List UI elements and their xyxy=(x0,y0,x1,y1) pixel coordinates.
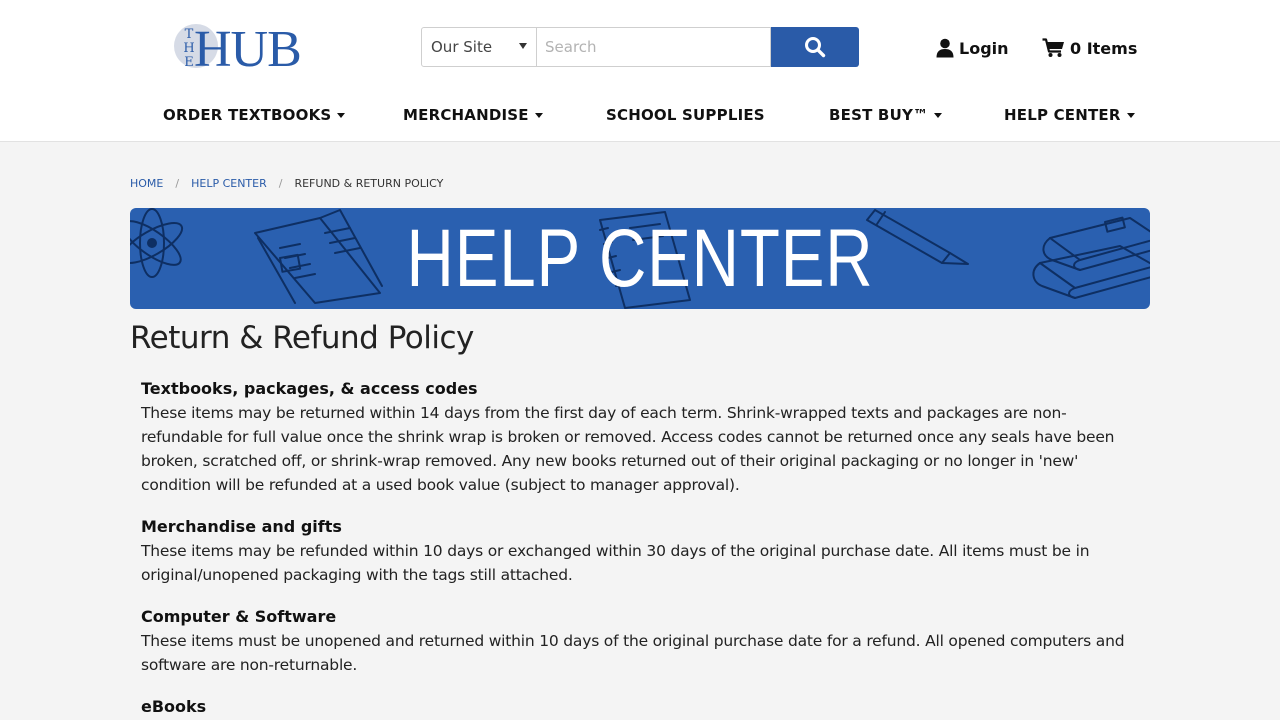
breadcrumb-home[interactable]: HOME xyxy=(130,177,163,190)
section-body: These items may be refunded within 10 da… xyxy=(141,542,1090,584)
nav-order-textbooks[interactable]: ORDER TEXTBOOKS xyxy=(163,100,346,130)
site-header: THE HUB Our Site Login 0 Items ORDER TEX… xyxy=(0,0,1280,142)
section-heading: Merchandise and gifts xyxy=(141,517,342,536)
section-body: These items may be returned within 14 da… xyxy=(141,404,1115,494)
breadcrumb: HOME / HELP CENTER / REFUND & RETURN POL… xyxy=(130,175,443,191)
login-label: Login xyxy=(959,38,1009,58)
search-button[interactable] xyxy=(771,27,859,67)
breadcrumb-separator: / xyxy=(278,176,283,190)
banner-title: HELP CENTER xyxy=(406,213,874,304)
chevron-down-icon xyxy=(337,112,346,118)
site-logo[interactable]: THE HUB xyxy=(172,22,332,78)
help-center-banner: HELP CENTER xyxy=(130,208,1150,309)
nav-merchandise[interactable]: MERCHANDISE xyxy=(403,100,543,130)
nav-label: BEST BUY™ xyxy=(829,106,929,124)
search-input[interactable] xyxy=(537,27,771,67)
breadcrumb-separator: / xyxy=(175,176,180,190)
search-scope-select[interactable]: Our Site xyxy=(421,27,537,67)
cart-icon xyxy=(1042,38,1064,57)
policy-section-merchandise: Merchandise and gifts These items may be… xyxy=(141,515,1141,587)
chevron-down-icon xyxy=(519,43,527,49)
nav-label: MERCHANDISE xyxy=(403,106,529,124)
policy-section-textbooks: Textbooks, packages, & access codes Thes… xyxy=(141,377,1141,497)
chevron-down-icon xyxy=(534,112,543,118)
section-heading: eBooks xyxy=(141,697,207,716)
section-body: These items must be unopened and returne… xyxy=(141,632,1125,674)
search-scope-value: Our Site xyxy=(431,38,493,56)
section-heading: Textbooks, packages, & access codes xyxy=(141,379,478,398)
login-link[interactable]: Login xyxy=(935,35,1009,61)
user-icon xyxy=(936,38,954,58)
breadcrumb-help-center[interactable]: HELP CENTER xyxy=(191,177,267,190)
nav-label: SCHOOL SUPPLIES xyxy=(606,106,765,124)
nav-label: ORDER TEXTBOOKS xyxy=(163,106,332,124)
logo-big-text: HUB xyxy=(194,21,302,78)
chevron-down-icon xyxy=(1126,112,1135,118)
cart-count: 0 Items xyxy=(1070,38,1138,58)
page-title: Return & Refund Policy xyxy=(130,320,474,356)
policy-section-computer-software: Computer & Software These items must be … xyxy=(141,605,1141,677)
policy-section-ebooks: eBooks xyxy=(141,695,1141,719)
section-heading: Computer & Software xyxy=(141,607,337,626)
cart-link[interactable]: 0 Items xyxy=(1042,35,1137,61)
nav-best-buy[interactable]: BEST BUY™ xyxy=(829,100,943,130)
nav-school-supplies[interactable]: SCHOOL SUPPLIES xyxy=(606,100,765,130)
nav-label: HELP CENTER xyxy=(1004,106,1121,124)
search-icon xyxy=(805,37,826,58)
breadcrumb-current: REFUND & RETURN POLICY xyxy=(294,176,444,190)
nav-help-center[interactable]: HELP CENTER xyxy=(1004,100,1135,130)
chevron-down-icon xyxy=(934,112,943,118)
